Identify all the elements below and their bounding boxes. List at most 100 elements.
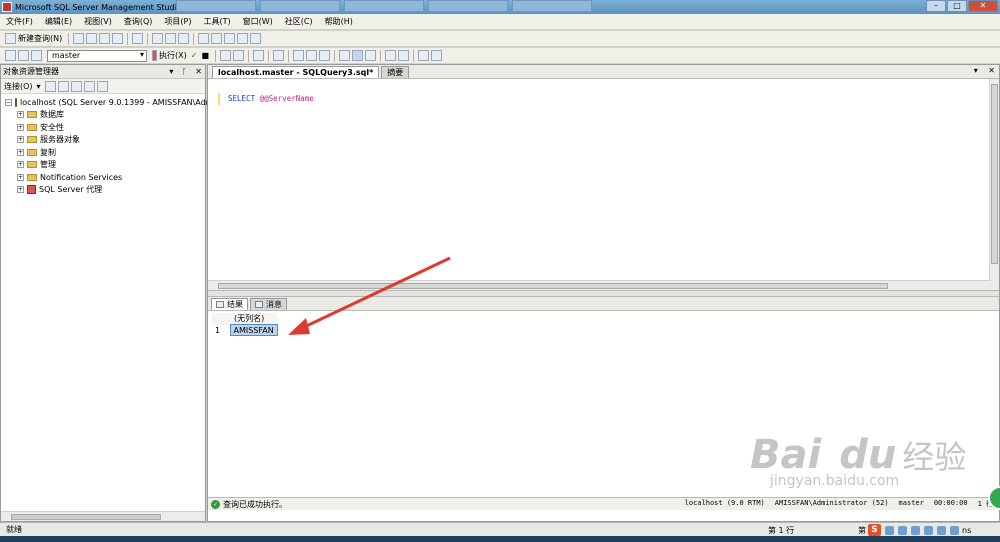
execute-button[interactable]: 执行(X): [159, 50, 187, 61]
tab-messages[interactable]: 消息: [250, 298, 287, 310]
tree-node-security[interactable]: + 安全性: [1, 121, 205, 134]
oe-connect-icon[interactable]: [44, 80, 56, 92]
properties-icon[interactable]: [237, 33, 249, 44]
tree-node-replication[interactable]: + 复制: [1, 146, 205, 159]
mdx-query-icon[interactable]: [99, 33, 111, 44]
specify-values-icon[interactable]: [273, 50, 284, 61]
results-to-grid-icon[interactable]: [352, 50, 363, 61]
menu-project[interactable]: 项目(P): [164, 16, 191, 27]
execute-icon[interactable]: [152, 50, 157, 61]
scrollbar-thumb[interactable]: [991, 84, 998, 264]
expand-icon[interactable]: +: [17, 136, 24, 144]
menu-tools[interactable]: 工具(T): [203, 16, 230, 27]
background-window-5[interactable]: [512, 0, 592, 12]
object-explorer-hscrollbar[interactable]: [1, 511, 205, 521]
ime-mode-icon[interactable]: [885, 525, 894, 535]
table-row[interactable]: 1 AMISSFAN: [212, 324, 278, 336]
tab-list-dropdown-icon[interactable]: ▾: [974, 66, 978, 75]
expand-icon[interactable]: +: [17, 123, 24, 131]
tab-summary[interactable]: 摘要: [381, 66, 410, 78]
db-engine-query-icon[interactable]: [73, 33, 85, 44]
menu-file[interactable]: 文件(F): [6, 16, 33, 27]
database-select[interactable]: master: [47, 49, 147, 62]
tree-node-management[interactable]: + 管理: [1, 159, 205, 172]
tree-node-label[interactable]: Notification Services: [40, 173, 122, 182]
row-number[interactable]: 1: [212, 325, 230, 336]
close-button[interactable]: ✕: [968, 0, 998, 12]
expand-icon[interactable]: +: [17, 186, 24, 194]
editor-hscrollbar[interactable]: [208, 280, 991, 290]
ime-keyboard-icon[interactable]: [924, 525, 933, 535]
minimize-button[interactable]: –: [926, 0, 946, 12]
tree-node-label[interactable]: 复制: [40, 147, 56, 158]
save-icon[interactable]: [165, 33, 177, 44]
comment-out-icon[interactable]: [385, 50, 396, 61]
new-file-icon[interactable]: [132, 33, 144, 44]
panel-dropdown-icon[interactable]: ▾: [169, 67, 173, 76]
ime-skin-icon[interactable]: [937, 525, 946, 535]
grid-cell-servername[interactable]: AMISSFAN: [229, 324, 278, 336]
tree-node-server-objects[interactable]: + 服务器对象: [1, 134, 205, 147]
results-to-file-icon[interactable]: [365, 50, 376, 61]
code-line-1[interactable]: SELECT @@ServerName: [228, 94, 314, 103]
connect-dropdown[interactable]: 连接(O): [4, 81, 33, 92]
grid-column-header[interactable]: (无列名): [230, 313, 278, 325]
collapse-icon[interactable]: −: [5, 98, 12, 106]
client-stats-icon[interactable]: [319, 50, 330, 61]
oe-stop-icon[interactable]: [70, 80, 82, 92]
oe-filter-icon[interactable]: [96, 80, 108, 92]
analysis-query-icon[interactable]: [86, 33, 98, 44]
include-plan-icon[interactable]: [293, 50, 304, 61]
toolbar-options-icon[interactable]: [250, 33, 262, 44]
expand-icon[interactable]: +: [17, 111, 24, 119]
maximize-button[interactable]: □: [947, 0, 967, 12]
include-stats-icon[interactable]: [306, 50, 317, 61]
menu-help[interactable]: 帮助(H): [325, 16, 353, 27]
tree-node-sql-agent[interactable]: + SQL Server 代理: [1, 184, 205, 197]
registered-servers-icon[interactable]: [198, 33, 210, 44]
uncomment-icon[interactable]: [398, 50, 409, 61]
menu-edit[interactable]: 编辑(E): [45, 16, 72, 27]
ime-tools-icon[interactable]: [950, 525, 959, 535]
tab-sqlquery3[interactable]: localhost.master - SQLQuery3.sql*: [212, 66, 380, 78]
tab-results[interactable]: 结果: [211, 298, 248, 310]
tree-node-label[interactable]: 服务器对象: [40, 134, 80, 145]
cancel-query-icon[interactable]: ■: [201, 51, 209, 60]
background-window-2[interactable]: [260, 0, 340, 12]
tree-node-label[interactable]: 安全性: [40, 122, 64, 133]
server-node-label[interactable]: localhost (SQL Server 9.0.1399 - AMISSFA…: [20, 98, 213, 107]
save-all-icon[interactable]: [178, 33, 190, 44]
change-connection-icon[interactable]: [31, 50, 42, 61]
connect-icon[interactable]: [5, 50, 16, 61]
decrease-indent-icon[interactable]: [418, 50, 429, 61]
increase-indent-icon[interactable]: [431, 50, 442, 61]
expand-icon[interactable]: +: [17, 148, 24, 156]
display-plan-icon[interactable]: [220, 50, 231, 61]
disconnect-icon[interactable]: [18, 50, 29, 61]
new-query-icon[interactable]: [5, 33, 16, 44]
expand-icon[interactable]: +: [17, 173, 24, 181]
parse-check-icon[interactable]: ✓: [191, 51, 198, 60]
open-folder-icon[interactable]: [152, 33, 164, 44]
xmla-query-icon[interactable]: [112, 33, 124, 44]
sogou-ime-icon[interactable]: S: [868, 524, 881, 536]
ime-voice-icon[interactable]: [911, 525, 920, 535]
grid-corner[interactable]: [212, 313, 230, 325]
editor-vscrollbar[interactable]: [989, 79, 999, 290]
scrollbar-thumb[interactable]: [11, 514, 161, 520]
ime-punctuation-icon[interactable]: [898, 525, 907, 535]
tree-node-label[interactable]: SQL Server 代理: [39, 184, 102, 195]
menu-view[interactable]: 视图(V): [84, 16, 112, 27]
tree-node-notification-services[interactable]: + Notification Services: [1, 171, 205, 184]
new-query-button[interactable]: 新建查询(N): [18, 33, 62, 44]
oe-refresh-icon[interactable]: [83, 80, 95, 92]
panel-close-icon[interactable]: ✕: [195, 67, 202, 76]
tree-node-databases[interactable]: + 数据库: [1, 109, 205, 122]
query-options-icon[interactable]: [233, 50, 244, 61]
menu-window[interactable]: 窗口(W): [243, 16, 273, 27]
auto-hide-pin-icon[interactable]: ᚴ: [182, 67, 187, 76]
expand-icon[interactable]: +: [17, 161, 24, 169]
background-window-4[interactable]: [428, 0, 508, 12]
tree-node-label[interactable]: 数据库: [40, 109, 64, 120]
close-document-icon[interactable]: ✕: [988, 66, 995, 75]
